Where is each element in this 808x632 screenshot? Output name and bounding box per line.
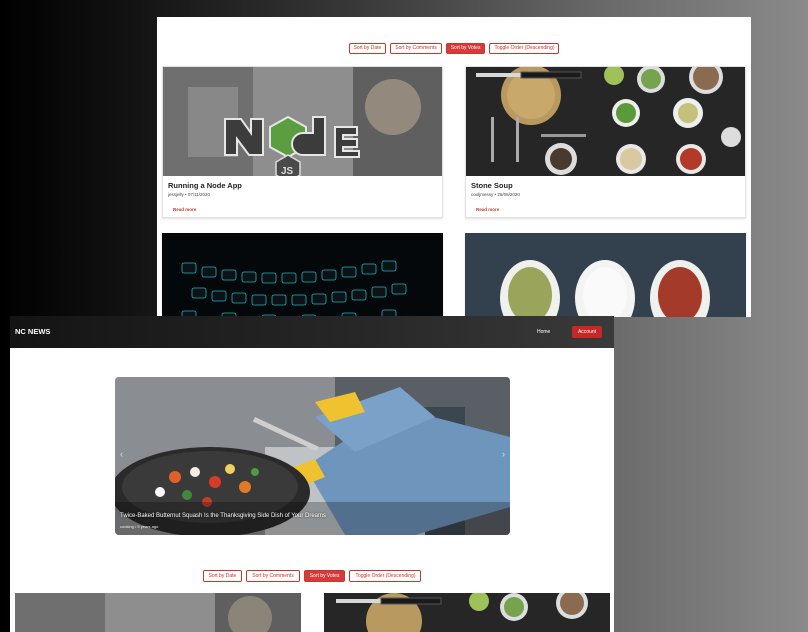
- article-thumbnail: [465, 233, 746, 317]
- article-card[interactable]: [162, 233, 443, 317]
- sort-by-date-button[interactable]: Sort by Date: [348, 43, 387, 54]
- article-date: 26/08/2020: [497, 192, 520, 197]
- toggle-order-button[interactable]: Toggle Order (Descending): [489, 43, 560, 54]
- article-author: cooljmessy: [471, 192, 494, 197]
- sort-by-votes-button[interactable]: Sort by Votes: [445, 43, 486, 54]
- article-meta: cooljmessy • 26/08/2020: [471, 192, 520, 197]
- navbar: NC NEWS Home Account: [10, 316, 614, 348]
- read-more-link[interactable]: Read more: [476, 207, 499, 212]
- sort-by-date-button[interactable]: Sort by Date: [202, 570, 243, 582]
- article-date: 07/11/2020: [187, 192, 211, 197]
- account-button[interactable]: Account: [572, 326, 602, 338]
- brand-logo[interactable]: NC NEWS: [15, 327, 50, 336]
- carousel-image: [115, 377, 510, 535]
- article-thumbnail: JS: [163, 67, 442, 176]
- sort-by-comments-button[interactable]: Sort by Comments: [246, 570, 300, 582]
- carousel-next-icon[interactable]: ›: [502, 449, 505, 459]
- article-thumbnail: [162, 233, 443, 317]
- article-card[interactable]: [465, 233, 746, 317]
- article-card[interactable]: Stone Soup cooljmessy • 26/08/2020 Read …: [465, 66, 746, 218]
- article-thumbnail: [466, 67, 745, 176]
- toggle-order-button[interactable]: Toggle Order (Descending): [349, 570, 422, 582]
- article-title[interactable]: Stone Soup: [471, 181, 513, 190]
- sort-toolbar: Sort by Date Sort by Comments Sort by Vo…: [157, 43, 751, 54]
- sort-toolbar: Sort by Date Sort by Comments Sort by Vo…: [10, 570, 614, 582]
- article-card[interactable]: JS Running a Node App jessjelly • 07/11/…: [162, 66, 443, 218]
- featured-carousel[interactable]: ‹ › Twice-Baked Butternut Squash Is the …: [115, 377, 510, 535]
- carousel-prev-icon[interactable]: ‹: [120, 449, 123, 459]
- background-browser-window: Sort by Date Sort by Comments Sort by Vo…: [157, 17, 751, 317]
- carousel-caption[interactable]: Twice-Baked Butternut Squash Is the Than…: [120, 513, 326, 519]
- sort-by-comments-button[interactable]: Sort by Comments: [390, 43, 442, 54]
- carousel-meta: cooking • 5 years ago: [120, 524, 159, 529]
- article-thumbnail[interactable]: [324, 593, 610, 632]
- article-title[interactable]: Running a Node App: [168, 181, 242, 190]
- home-link[interactable]: Home: [537, 329, 550, 335]
- foreground-browser-window: NC NEWS Home Account ‹ › Twice-Baked But…: [10, 316, 614, 632]
- svg-text:JS: JS: [281, 166, 294, 176]
- read-more-link[interactable]: Read more: [173, 207, 196, 212]
- article-thumbnail[interactable]: [15, 593, 301, 632]
- sort-by-votes-button[interactable]: Sort by Votes: [303, 570, 346, 582]
- article-meta: jessjelly • 07/11/2020: [168, 192, 211, 197]
- article-author: jessjelly: [168, 192, 184, 197]
